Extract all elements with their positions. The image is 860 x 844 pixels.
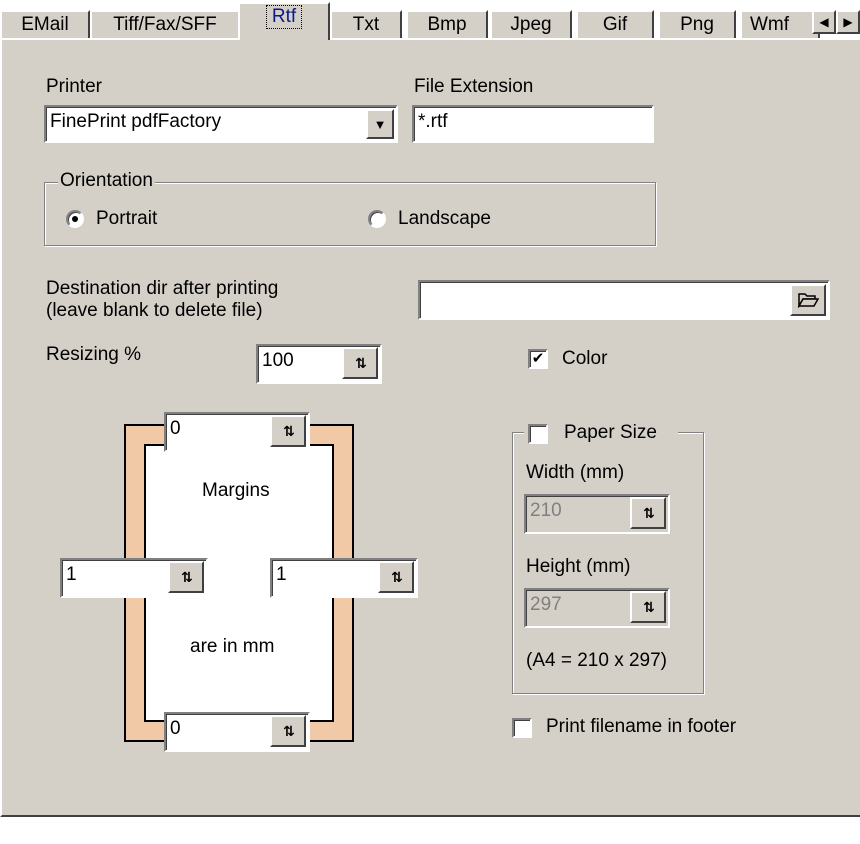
- destination-label-line1: Destination dir after printing: [46, 278, 279, 299]
- printer-select[interactable]: FinePrint pdfFactory: [44, 105, 398, 143]
- resizing-spin-button[interactable]: ⇅: [342, 347, 378, 379]
- spin-arrows-icon: ⇅: [181, 569, 193, 585]
- paper-width-spin-button[interactable]: ⇅: [630, 497, 666, 529]
- margin-top-spin-button[interactable]: ⇅: [270, 415, 306, 447]
- destination-input[interactable]: [418, 280, 830, 320]
- tab-email[interactable]: EMail: [0, 10, 90, 38]
- tab-bmp[interactable]: Bmp: [406, 10, 488, 38]
- resizing-label: Resizing %: [46, 344, 142, 365]
- spin-arrows-icon: ⇅: [391, 569, 403, 585]
- margin-bottom-spin-button[interactable]: ⇅: [270, 715, 306, 747]
- browse-folder-button[interactable]: [790, 284, 826, 316]
- paper-height-spin-button[interactable]: ⇅: [630, 591, 666, 623]
- color-checkbox[interactable]: ✔: [528, 349, 548, 369]
- printer-label: Printer: [46, 76, 102, 97]
- paper-height-label: Height (mm): [526, 556, 631, 577]
- margin-bottom-value: 0: [170, 718, 181, 739]
- tab-tiff-fax-sff[interactable]: Tiff/Fax/SFF: [90, 10, 240, 38]
- chevron-down-icon: ▼: [373, 116, 387, 132]
- footer-filename-checkbox[interactable]: [512, 718, 532, 738]
- tab-scroll-right-button[interactable]: ▶: [836, 10, 860, 34]
- margin-top-value: 0: [170, 418, 181, 439]
- paper-size-note: (A4 = 210 x 297): [526, 650, 668, 671]
- paper-width-label: Width (mm): [526, 462, 625, 483]
- tab-jpeg[interactable]: Jpeg: [490, 10, 572, 38]
- destination-label-line2: (leave blank to delete file): [46, 300, 263, 321]
- radio-dot-icon: [72, 216, 78, 222]
- tab-rtf-label: Rtf: [265, 5, 303, 29]
- tab-strip: EMail Tiff/Fax/SFF Rtf Txt Bmp Jpeg Gif …: [0, 0, 860, 40]
- tab-scroll-left-button[interactable]: ◀: [812, 10, 836, 34]
- margin-right-spin-button[interactable]: ⇅: [378, 561, 414, 593]
- margin-left-value: 1: [66, 564, 77, 585]
- margin-left-spin-button[interactable]: ⇅: [168, 561, 204, 593]
- portrait-radio[interactable]: [66, 210, 84, 228]
- spin-arrows-icon: ⇅: [643, 599, 655, 615]
- tab-rtf[interactable]: Rtf: [238, 2, 330, 40]
- tab-txt[interactable]: Txt: [330, 10, 402, 38]
- folder-open-icon: [797, 290, 820, 311]
- file-extension-value: *.rtf: [418, 111, 448, 132]
- printer-dropdown-button[interactable]: ▼: [366, 109, 394, 139]
- orientation-legend: Orientation: [58, 170, 155, 192]
- paper-size-checkbox[interactable]: [528, 424, 548, 444]
- spin-arrows-icon: ⇅: [355, 355, 367, 371]
- paper-width-value: 210: [530, 500, 562, 521]
- resizing-value: 100: [262, 350, 294, 371]
- checkmark-icon: ✔: [531, 350, 545, 367]
- paper-height-value: 297: [530, 594, 562, 615]
- margin-right-value: 1: [276, 564, 287, 585]
- landscape-label[interactable]: Landscape: [398, 208, 491, 230]
- spin-arrows-icon: ⇅: [283, 723, 295, 739]
- tab-png[interactable]: Png: [658, 10, 736, 38]
- margins-caption-1: Margins: [202, 480, 270, 501]
- color-label[interactable]: Color: [562, 348, 607, 370]
- arrow-left-icon: ◀: [819, 15, 829, 29]
- paper-size-label[interactable]: Paper Size: [564, 422, 657, 444]
- file-extension-input[interactable]: *.rtf: [412, 105, 654, 143]
- tab-wmf[interactable]: Wmf: [740, 10, 820, 38]
- landscape-radio[interactable]: [368, 210, 386, 228]
- footer-filename-label[interactable]: Print filename in footer: [546, 716, 736, 738]
- tab-gif[interactable]: Gif: [576, 10, 654, 38]
- file-extension-label: File Extension: [414, 76, 534, 97]
- portrait-label[interactable]: Portrait: [96, 208, 157, 230]
- margins-caption-2: are in mm: [190, 636, 275, 657]
- arrow-right-icon: ▶: [843, 15, 853, 29]
- printer-select-value: FinePrint pdfFactory: [50, 111, 222, 132]
- spin-arrows-icon: ⇅: [643, 505, 655, 521]
- spin-arrows-icon: ⇅: [283, 423, 295, 439]
